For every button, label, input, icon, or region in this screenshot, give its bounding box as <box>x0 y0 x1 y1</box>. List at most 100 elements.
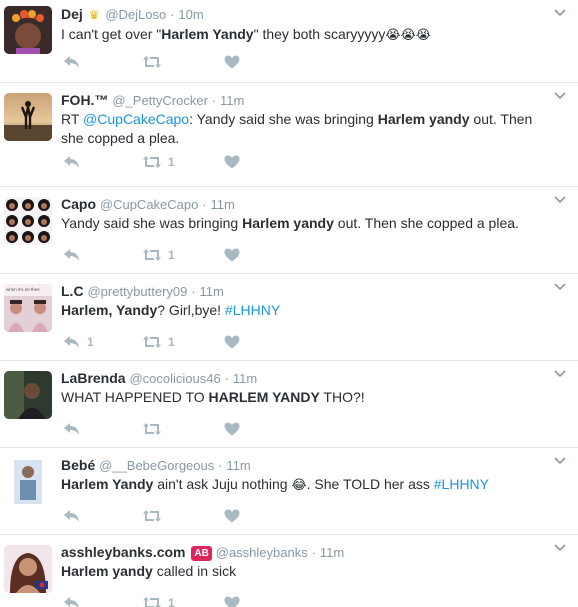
retweet-button[interactable]: 1 <box>142 333 175 351</box>
svg-text:when it's on thee: when it's on thee <box>6 287 40 292</box>
retweet-icon <box>143 510 161 522</box>
chevron-down-icon[interactable] <box>554 456 566 466</box>
display-name[interactable]: FOH.™ <box>61 92 108 108</box>
retweet-button[interactable]: 1 <box>142 246 175 264</box>
separator: · <box>202 197 207 212</box>
chevron-down-icon[interactable] <box>554 282 566 292</box>
reply-button[interactable] <box>63 420 87 438</box>
avatar[interactable] <box>4 545 52 593</box>
heart-icon <box>224 248 240 262</box>
timestamp[interactable]: 11m <box>320 545 344 560</box>
tweet[interactable]: asshleybanks.com AB @asshleybanks · 11m … <box>0 535 578 607</box>
heart-icon <box>224 55 240 69</box>
display-name[interactable]: asshleybanks.com <box>61 544 186 560</box>
timestamp[interactable]: 11m <box>211 197 235 212</box>
separator: · <box>191 284 196 299</box>
user-handle[interactable]: @CupCakeCapo <box>100 197 198 212</box>
user-handle[interactable]: @prettybuttery09 <box>87 284 187 299</box>
chevron-down-icon[interactable] <box>554 195 566 205</box>
retweet-icon <box>143 156 161 168</box>
avatar[interactable] <box>4 93 52 141</box>
heart-icon <box>224 335 240 349</box>
user-handle[interactable]: @DejLoso <box>105 7 166 22</box>
tweet[interactable]: Bebé @__BebeGorgeous · 11m Harlem Yandy … <box>0 448 578 535</box>
separator: · <box>311 545 316 560</box>
retweet-button[interactable] <box>142 53 168 71</box>
like-button[interactable] <box>224 594 246 607</box>
tweet[interactable]: FOH.™ @_PettyCrocker · 11m RT @CupCakeCa… <box>0 83 578 187</box>
tweet[interactable]: Dej ♛ @DejLoso · 10m I can't get over "H… <box>0 0 578 83</box>
avatar[interactable] <box>4 197 52 245</box>
display-name[interactable]: Dej <box>61 6 83 22</box>
user-handle[interactable]: @cocolicious46 <box>129 371 220 386</box>
reply-icon <box>64 597 79 607</box>
reply-icon <box>64 336 79 348</box>
tweet-text: Harlem Yandy ain't ask Juju nothing 😂. S… <box>61 476 490 492</box>
retweet-button[interactable]: 1 <box>142 594 175 607</box>
tweet-text: WHAT HAPPENED TO HARLEM YANDY THO?! <box>61 389 365 405</box>
retweet-icon <box>143 423 161 435</box>
heart-icon <box>224 509 240 523</box>
reply-button[interactable] <box>63 594 87 607</box>
chevron-down-icon[interactable] <box>554 369 566 379</box>
tweet-text: Yandy said she was bringing Harlem yandy… <box>61 215 519 231</box>
user-handle[interactable]: @__BebeGorgeous <box>99 458 214 473</box>
chevron-down-icon[interactable] <box>554 8 566 18</box>
avatar[interactable] <box>4 458 52 506</box>
crying-emoji: 😭😭😭 <box>385 27 431 42</box>
display-name[interactable]: Bebé <box>61 457 95 473</box>
reply-icon <box>64 156 79 168</box>
reply-button[interactable] <box>63 53 87 71</box>
retweet-button[interactable] <box>142 420 168 438</box>
avatar[interactable] <box>4 6 52 54</box>
user-handle[interactable]: @asshleybanks <box>216 545 308 560</box>
separator: · <box>224 371 229 386</box>
heart-icon <box>224 596 240 607</box>
separator: · <box>211 93 217 108</box>
tweet[interactable]: Capo @CupCakeCapo · 11m Yandy said she w… <box>0 187 578 274</box>
tweet-text: I can't get over "Harlem Yandy" they bot… <box>61 26 431 42</box>
like-button[interactable] <box>224 53 246 71</box>
retweet-icon <box>143 336 161 348</box>
display-name[interactable]: L.C <box>61 283 84 299</box>
reply-icon <box>64 510 79 522</box>
user-handle[interactable]: @_PettyCrocker <box>112 93 208 108</box>
retweet-button[interactable] <box>142 507 168 525</box>
tweet[interactable]: LaBrenda @cocolicious46 · 11m WHAT HAPPE… <box>0 361 578 448</box>
laughing-emoji: 😂 <box>291 477 307 492</box>
reply-button[interactable] <box>63 246 87 264</box>
like-button[interactable] <box>224 333 246 351</box>
reply-icon <box>64 423 79 435</box>
display-name[interactable]: LaBrenda <box>61 370 126 386</box>
chevron-down-icon[interactable] <box>554 543 566 553</box>
hashtag-link[interactable]: #LHHNY <box>225 302 280 318</box>
tweet[interactable]: when it's on thee L.C @prettybuttery09 ·… <box>0 274 578 361</box>
like-button[interactable] <box>224 507 246 525</box>
retweet-icon <box>143 56 161 68</box>
heart-icon <box>224 155 240 169</box>
like-button[interactable] <box>224 246 246 264</box>
chevron-down-icon[interactable] <box>554 91 566 101</box>
mention-link[interactable]: @CupCakeCapo <box>83 111 189 127</box>
timestamp[interactable]: 11m <box>233 371 257 386</box>
tweet-text: Harlem yandy called in sick <box>61 563 237 579</box>
display-name[interactable]: Capo <box>61 196 96 212</box>
like-button[interactable] <box>224 420 246 438</box>
timestamp[interactable]: 10m <box>178 7 203 22</box>
avatar[interactable] <box>4 371 52 419</box>
timestamp[interactable]: 11m <box>226 458 250 473</box>
crown-icon: ♛ <box>88 8 100 22</box>
like-button[interactable] <box>224 153 246 171</box>
reply-button[interactable] <box>63 153 87 171</box>
hashtag-link[interactable]: #LHHNY <box>434 476 489 492</box>
reply-button[interactable] <box>63 507 87 525</box>
retweet-button[interactable]: 1 <box>142 153 175 171</box>
avatar[interactable]: when it's on thee <box>4 284 52 332</box>
tweet-text: RT @CupCakeCapo: Yandy said she was brin… <box>61 111 533 146</box>
retweet-icon <box>143 597 161 607</box>
reply-button[interactable]: 1 <box>63 333 94 351</box>
reply-icon <box>64 249 79 261</box>
tweet-timeline: Dej ♛ @DejLoso · 10m I can't get over "H… <box>0 0 578 607</box>
timestamp[interactable]: 11m <box>220 93 244 108</box>
timestamp[interactable]: 11m <box>200 284 224 299</box>
